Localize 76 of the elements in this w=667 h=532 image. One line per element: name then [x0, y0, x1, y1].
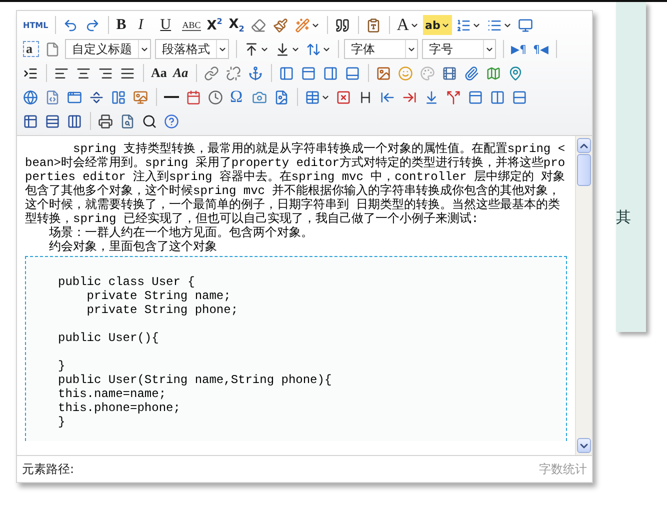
code-line: this.phone=phone;: [58, 401, 182, 415]
source-button[interactable]: HTML: [21, 15, 50, 35]
subscript-button[interactable]: X$_{2}$: [226, 15, 247, 35]
word-count-label: 字数统计: [539, 460, 587, 478]
anchor-icon: [248, 66, 263, 80]
link-icon: [204, 66, 219, 80]
map-pin-icon: [508, 66, 523, 80]
map-icon: [486, 66, 501, 80]
code-line: private String phone;: [86, 303, 240, 317]
align-center-icon: [76, 66, 91, 80]
scrollbar[interactable]: [575, 136, 592, 455]
rtl-button[interactable]: ¶◀: [531, 39, 551, 59]
printer-icon: [98, 114, 113, 128]
search-icon: [142, 114, 157, 128]
code-line: public User(String name,String phone){: [58, 373, 333, 387]
superscript-button[interactable]: X$^{2}$: [204, 15, 225, 35]
font-color-button[interactable]: A: [394, 15, 422, 35]
paperclip-icon: [464, 66, 479, 80]
strikethrough-button[interactable]: ABC: [180, 15, 203, 35]
bullet-list-icon: [487, 18, 502, 32]
highlight-button[interactable]: ab: [423, 15, 452, 35]
smiley-icon: [398, 66, 413, 80]
globe-icon: [23, 90, 38, 104]
palette-icon: [420, 66, 435, 80]
text-line: 场景：一群人约在一个地方见面。包含两个对象。: [48, 226, 314, 240]
element-path-label: 元素路径:: [22, 460, 74, 478]
unlink-icon: [226, 66, 241, 80]
clock-icon: [208, 90, 223, 104]
select-all-button[interactable]: a: [23, 41, 39, 57]
align-right-icon: [98, 66, 113, 80]
dropdown-select[interactable]: 字号: [422, 39, 496, 59]
numbered-list-icon: [456, 18, 472, 32]
code-line: private String name;: [86, 289, 232, 303]
magic-wand-icon: [294, 18, 310, 32]
code-file-icon: [45, 90, 60, 104]
paintbrush-icon: [272, 18, 288, 32]
uppercase-button[interactable]: Aa: [149, 63, 169, 83]
eraser-icon: [250, 18, 266, 32]
clipboard-icon: [366, 18, 381, 32]
dropdown-select[interactable]: 段落格式: [155, 39, 229, 59]
paragraph-text: spring 支持类型转换，最常用的就是从字符串转换成一个对象的属性值。在配置spring <bean>时会经常用到。spring 采用了property editor方式对特定的类型进行转换，并将这些properties editor 注入到spring 容器中去。在spring mvc 中，controller 层中绑定的 对象包含了其他多个对象，这个时候spring mvc 并不能根据你输入的字符串转换成你包含的其他对象，这个时候，就需要转换了，一个最简单的例子，日期字符串到 日期类型的转换。当然这些最基本的类型转换，spring 已经实现了，但也可以自己实现了，我自己做了一个小例子来测试:: [25, 142, 566, 226]
underline-button[interactable]: U: [158, 15, 178, 35]
italic-button[interactable]: I: [136, 15, 156, 35]
indent-icon: [23, 66, 38, 80]
page-icon: [45, 42, 60, 56]
align-left-icon: [54, 66, 69, 80]
code-line: }: [58, 359, 66, 373]
table-icon: [305, 90, 320, 104]
help-icon: [164, 114, 179, 128]
lowercase-button[interactable]: Aa: [171, 63, 191, 83]
bold-button[interactable]: B: [114, 15, 134, 35]
code-line: this.name=name;: [58, 387, 168, 401]
code-line: }: [58, 415, 66, 429]
snapshot-icon: [252, 90, 267, 104]
scroll-up-button[interactable]: [577, 138, 591, 153]
align-justify-icon: [120, 66, 135, 80]
film-icon: [442, 66, 457, 80]
code-line: public User(){: [58, 331, 160, 345]
dropdown-select[interactable]: 字体: [344, 39, 418, 59]
scroll-down-button[interactable]: [577, 438, 591, 453]
side-panel-text: 其: [616, 208, 631, 226]
monitor-icon: [518, 18, 534, 32]
dropdown-select[interactable]: 自定义标题: [65, 39, 151, 59]
text-line: 约会对象，里面包含了这个对象: [48, 240, 218, 254]
ltr-button[interactable]: ▶¶: [509, 39, 529, 59]
app-window-icon: [67, 90, 82, 104]
preview-icon: [120, 114, 135, 128]
scrollbar-thumb[interactable]: [577, 154, 591, 186]
undo-icon: [63, 18, 78, 32]
horizontal-rule-icon: [164, 96, 179, 98]
redo-icon: [85, 18, 100, 32]
image-icon: [376, 66, 391, 80]
calendar-icon: [186, 90, 201, 104]
special-char-button[interactable]: Ω: [228, 87, 248, 107]
quote-icon: [334, 18, 350, 32]
code-line: public class User {: [58, 275, 196, 289]
